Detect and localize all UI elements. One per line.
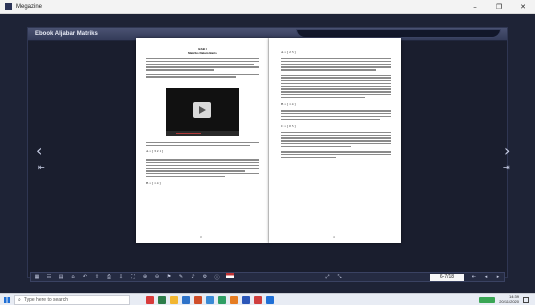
taskbar-apps (146, 295, 274, 304)
chapter-subheading: Matriks Dalam Baris (188, 51, 217, 55)
taskbar-app-icon[interactable] (170, 295, 178, 304)
resize-icon[interactable]: ⤡ (334, 273, 346, 281)
window-title: Megazine (16, 3, 43, 10)
matrix-equation: B = [ 1 4 ] (146, 181, 161, 186)
clock-date: 20/11/2020 (499, 298, 519, 304)
first-icon[interactable]: ⇤ (468, 273, 480, 281)
prev-icon[interactable]: ◂ (480, 273, 492, 281)
window-controls: – ❐ ✕ (463, 0, 535, 13)
window-titlebar: Megazine – ❐ ✕ (0, 0, 535, 14)
taskbar: ⌕ Type here to search 14:39 20/11/2020 (0, 293, 535, 305)
note-icon[interactable]: ✎ (175, 273, 187, 281)
table-icon[interactable]: ▤ (55, 273, 67, 281)
video-progress[interactable] (176, 133, 201, 134)
taskbar-app-icon[interactable] (158, 295, 166, 304)
taskbar-search-input[interactable]: ⌕ Type here to search (14, 294, 130, 305)
play-button[interactable] (193, 102, 211, 118)
next-page-arrow-icon[interactable]: › (504, 143, 510, 159)
language-flag-icon[interactable] (226, 273, 234, 278)
page-number: 3 (200, 235, 202, 239)
taskbar-app-icon[interactable] (218, 295, 226, 304)
last-page-icon[interactable]: ⇥ (503, 163, 510, 172)
page-indicator-input[interactable]: 6-7/18 (430, 273, 464, 281)
expand-icon[interactable]: ⤢ (322, 273, 334, 281)
prev-page-arrow-icon[interactable]: ‹ (36, 143, 42, 159)
info-icon[interactable]: ⓘ (211, 273, 223, 281)
windows-logo-icon (4, 296, 10, 303)
search-placeholder: Type here to search (23, 296, 69, 303)
start-button[interactable] (0, 294, 14, 305)
search-icon: ⌕ (18, 296, 21, 303)
matrix-equation: A = [ 3 2 1 ] (146, 149, 164, 154)
clock[interactable]: 14:39 20/11/2020 (499, 294, 519, 304)
minimize-button[interactable]: – (463, 0, 487, 14)
play-icon (199, 106, 206, 114)
zoom-out-icon[interactable]: ⊖ (151, 273, 163, 281)
matrix-equation: A = [ 2 3 ] (281, 50, 296, 54)
taskbar-app-icon[interactable] (254, 295, 262, 304)
taskbar-app-icon[interactable] (194, 295, 202, 304)
viewer-toolbar: ▦ ☷ ▤ ⌂ ↶ ⇪ ⎙ ⇩ ⛶ ⊕ ⊖ ⚑ ✎ ♪ ⚙ ⓘ ⤢ ⤡ 6-7/… (30, 272, 505, 282)
taskbar-app-icon[interactable] (230, 295, 238, 304)
tray-app-icon[interactable] (479, 296, 496, 303)
video-controls[interactable] (166, 131, 239, 136)
next-icon[interactable]: ▸ (492, 273, 504, 281)
book-page-left[interactable]: BAB I Matriks Dalam Baris A = [ 3 2 1 ] … (136, 38, 269, 243)
notification-icon[interactable] (523, 296, 529, 303)
bookmark-icon[interactable]: ⚑ (163, 273, 175, 281)
fullscreen-icon[interactable]: ⛶ (127, 273, 139, 281)
taskbar-app-icon[interactable] (242, 295, 250, 304)
download-icon[interactable]: ⇩ (115, 273, 127, 281)
app-icon (5, 3, 12, 10)
thumbnails-icon[interactable]: ☷ (43, 273, 55, 281)
back-icon[interactable]: ↶ (79, 273, 91, 281)
taskbar-app-icon[interactable] (206, 295, 214, 304)
print-icon[interactable]: ⎙ (103, 273, 115, 281)
taskbar-app-icon[interactable] (146, 295, 154, 304)
matrix-equation: B = [ 1 4 ] (281, 102, 296, 107)
settings-icon[interactable]: ⚙ (199, 273, 211, 281)
taskbar-app-icon[interactable] (182, 295, 190, 304)
video-player[interactable] (166, 88, 239, 136)
sound-icon[interactable]: ♪ (187, 273, 199, 281)
maximize-button[interactable]: ❐ (487, 0, 511, 14)
system-tray: 14:39 20/11/2020 (479, 294, 529, 304)
matrix-equation: C = [ 0 5 ] (281, 123, 296, 128)
grid-icon[interactable]: ▦ (31, 273, 43, 281)
taskbar-app-icon[interactable] (266, 295, 274, 304)
book-title: Ebook Aljabar Matriks (35, 31, 98, 37)
first-page-icon[interactable]: ⇤ (38, 163, 45, 172)
share-icon[interactable]: ⇪ (91, 273, 103, 281)
header-decoration (296, 29, 501, 38)
toolbar-left-group: ▦ ☷ ▤ ⌂ ↶ ⇪ ⎙ ⇩ ⛶ ⊕ ⊖ ⚑ ✎ ♪ ⚙ ⓘ (31, 273, 237, 281)
zoom-in-icon[interactable]: ⊕ (139, 273, 151, 281)
close-button[interactable]: ✕ (511, 0, 535, 14)
page-number: 4 (333, 235, 335, 239)
home-icon[interactable]: ⌂ (67, 273, 79, 281)
book-page-right[interactable]: A = [ 2 3 ] B = [ 1 4 ] C = [ 0 5 ] 4 (269, 38, 401, 243)
